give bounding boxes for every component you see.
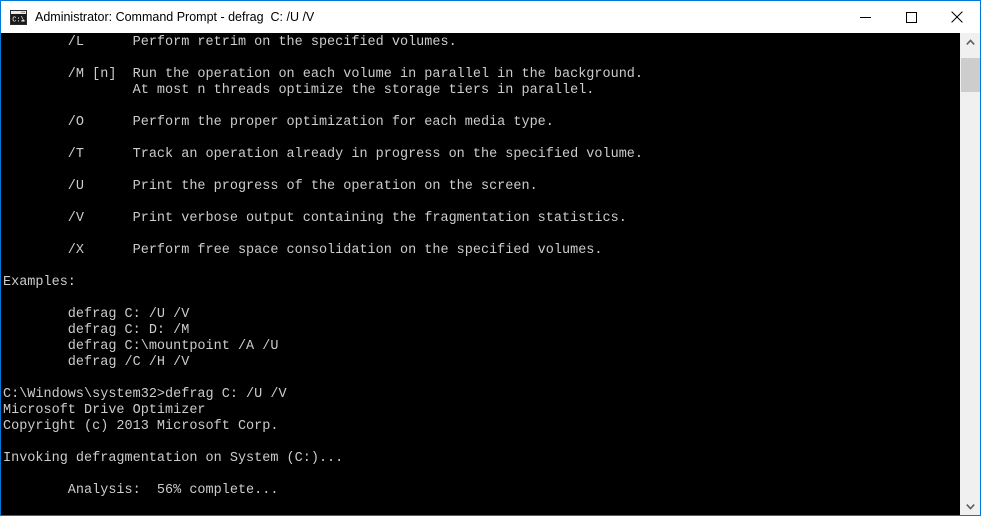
chevron-down-icon bbox=[966, 504, 975, 510]
maximize-button[interactable] bbox=[888, 1, 934, 33]
window-title: Administrator: Command Prompt - defrag C… bbox=[35, 10, 315, 24]
minimize-button[interactable] bbox=[842, 1, 888, 33]
close-icon bbox=[951, 11, 963, 23]
scrollbar-thumb[interactable] bbox=[961, 58, 980, 92]
console-line: Microsoft Drive Optimizer bbox=[3, 403, 206, 418]
console-line: /O Perform the proper optimization for e… bbox=[3, 115, 554, 130]
console-line: /T Track an operation already in progres… bbox=[3, 147, 644, 162]
console-line: /L Perform retrim on the specified volum… bbox=[3, 35, 457, 50]
console-line: C:\Windows\system32>defrag C: /U /V bbox=[3, 387, 287, 402]
window-controls bbox=[842, 1, 980, 33]
console-line: At most n threads optimize the storage t… bbox=[3, 83, 595, 98]
minimize-icon bbox=[859, 16, 871, 18]
console-line: Examples: bbox=[3, 275, 76, 290]
console-line: defrag /C /H /V bbox=[3, 355, 190, 370]
console-area[interactable]: /L Perform retrim on the specified volum… bbox=[1, 33, 980, 516]
console-line: defrag C: /U /V bbox=[3, 307, 190, 322]
console-line: /U Print the progress of the operation o… bbox=[3, 179, 538, 194]
command-prompt-window: C:\ Administrator: Command Prompt - defr… bbox=[0, 0, 981, 516]
maximize-icon bbox=[905, 11, 917, 23]
console-line: Copyright (c) 2013 Microsoft Corp. bbox=[3, 419, 279, 434]
title-bar[interactable]: C:\ Administrator: Command Prompt - defr… bbox=[1, 1, 980, 33]
console-line: Invoking defragmentation on System (C:).… bbox=[3, 451, 344, 466]
close-button[interactable] bbox=[934, 1, 980, 33]
scroll-up-button[interactable] bbox=[961, 33, 980, 52]
scrollbar-track[interactable] bbox=[961, 52, 980, 497]
console-line: /X Perform free space consolidation on t… bbox=[3, 243, 603, 258]
command-prompt-icon: C:\ bbox=[10, 9, 27, 25]
vertical-scrollbar[interactable] bbox=[960, 33, 980, 516]
chevron-up-icon bbox=[966, 39, 975, 45]
title-bar-left: C:\ Administrator: Command Prompt - defr… bbox=[1, 1, 842, 33]
console-output-lines: /L Perform retrim on the specified volum… bbox=[1, 35, 960, 499]
console-line: Analysis: 56% complete... bbox=[3, 483, 279, 498]
scroll-down-button[interactable] bbox=[961, 497, 980, 516]
console-output-pane[interactable]: /L Perform retrim on the specified volum… bbox=[1, 33, 960, 516]
console-line: defrag C: D: /M bbox=[3, 323, 190, 338]
console-line: defrag C:\mountpoint /A /U bbox=[3, 339, 279, 354]
console-line: /V Print verbose output containing the f… bbox=[3, 211, 627, 226]
console-line: /M [n] Run the operation on each volume … bbox=[3, 67, 644, 82]
